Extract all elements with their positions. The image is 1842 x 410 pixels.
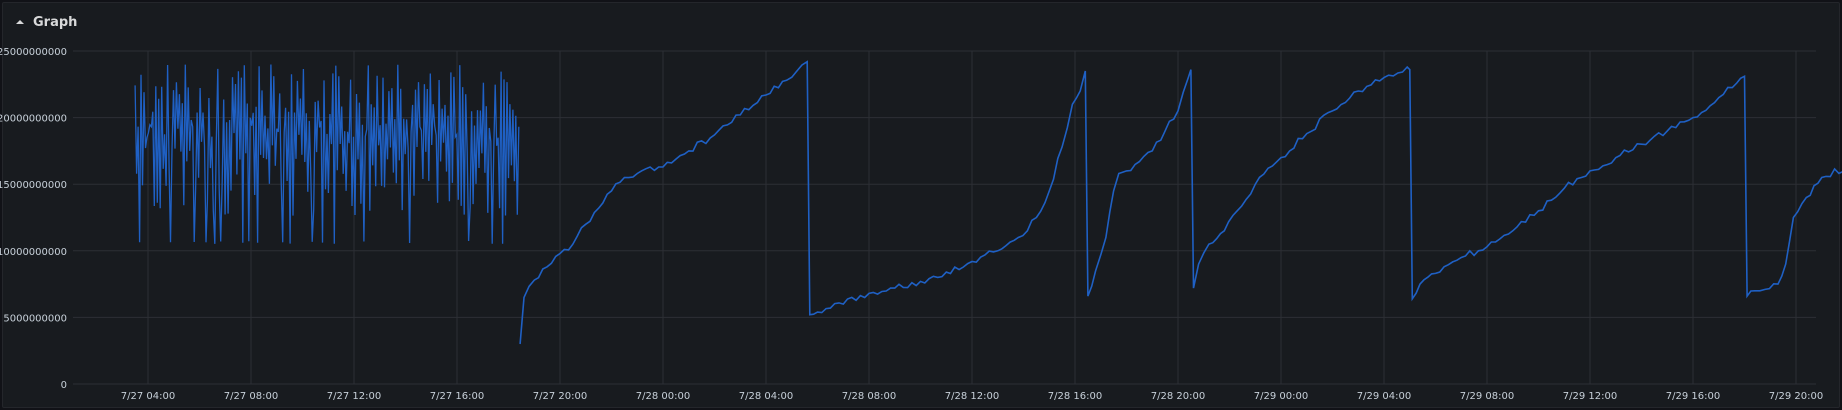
line-chart: 0 5000000000 10000000000 15000000000 2000000… [0, 47, 1842, 402]
x-tick-label: 7/29 20:00 [1769, 391, 1823, 402]
x-tick-label: 7/27 12:00 [327, 391, 381, 402]
x-tick-label: 7/29 00:00 [1254, 391, 1308, 402]
y-tick-label: 15000000000 [0, 180, 67, 191]
x-axis: 7/27 04:00 7/27 08:00 7/27 12:00 7/27 16:00… [121, 391, 1823, 402]
x-tick-label: 7/29 12:00 [1563, 391, 1617, 402]
series-layer [134, 60, 1842, 345]
x-tick-label: 7/29 04:00 [1357, 391, 1411, 402]
x-tick-label: 7/28 20:00 [1151, 391, 1205, 402]
x-tick-label: 7/27 04:00 [121, 391, 175, 402]
x-tick-label: 7/28 08:00 [842, 391, 896, 402]
x-tick-label: 7/27 08:00 [224, 391, 278, 402]
x-tick-label: 7/28 12:00 [945, 391, 999, 402]
x-tick-label: 7/28 00:00 [636, 391, 690, 402]
y-tick-label: 10000000000 [0, 247, 67, 258]
x-tick-label: 7/29 08:00 [1460, 391, 1514, 402]
y-tick-label: 20000000000 [0, 114, 67, 125]
x-tick-label: 7/28 04:00 [739, 391, 793, 402]
x-tick-label: 7/29 16:00 [1666, 391, 1720, 402]
x-tick-label: 7/27 16:00 [430, 391, 484, 402]
x-tick-label: 7/27 20:00 [533, 391, 587, 402]
y-tick-label: 0 [61, 380, 67, 391]
y-tick-label: 5000000000 [3, 313, 67, 324]
y-tick-label: 25000000000 [0, 47, 67, 58]
series-line-noisy [134, 64, 520, 244]
series-line [519, 60, 1842, 345]
y-axis: 0 5000000000 10000000000 15000000000 2000000… [0, 47, 67, 391]
x-tick-label: 7/28 16:00 [1048, 391, 1102, 402]
